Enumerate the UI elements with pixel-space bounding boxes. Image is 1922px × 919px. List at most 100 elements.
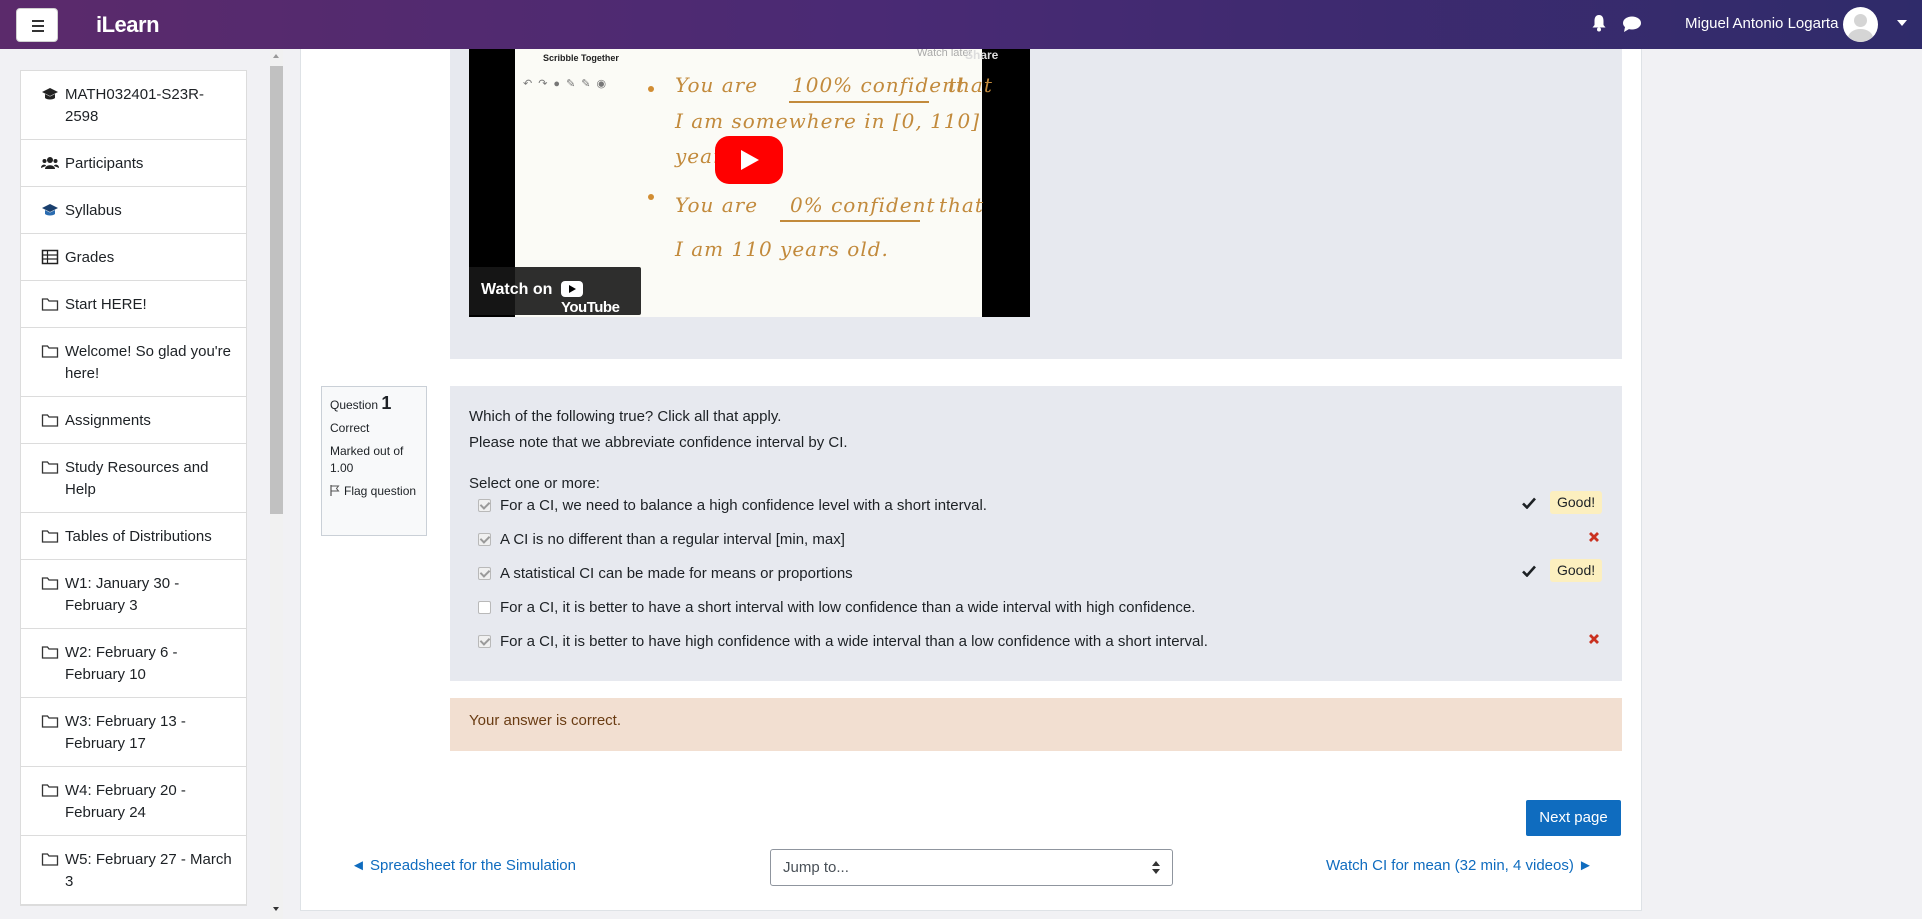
course-drawer: MATH032401-S23R-2598 Participants Syllab… [0,49,285,919]
question-label: Question [330,398,379,412]
sidebar-item-label: W2: February 6 - February 10 [65,644,178,683]
answer-option[interactable]: For a CI, we need to balance a high conf… [478,491,1608,529]
feedback-badge: Good! [1550,491,1603,514]
sidebar-item-label: W1: January 30 - February 3 [65,575,180,614]
scrollbar-thumb[interactable] [270,66,283,514]
question-note: Please note that we abbreviate confidenc… [469,434,848,451]
video-text: I am 110 years old. [675,237,889,261]
sidebar-item-syllabus[interactable]: Syllabus [21,187,246,234]
answer-text: For a CI, it is better to have high conf… [500,633,1208,650]
scroll-down-arrow-icon[interactable] [273,907,279,911]
youtube-embed[interactable]: Scribble Together ↶↷●✎✎◉ Watch later You… [469,49,1030,317]
answer-text: For a CI, we need to balance a high conf… [500,497,987,514]
drawer-toggle-button[interactable] [16,8,58,42]
answer-checkbox[interactable] [478,567,491,580]
share-button[interactable]: Share [965,49,998,62]
correct-check-icon [1522,497,1536,509]
watch-on-youtube-button[interactable]: Watch on YouTube [469,267,641,316]
top-navbar: iLearn Miguel Antonio Logarta [0,0,1922,49]
video-text: 100% confident [792,73,966,97]
incorrect-x-icon [1589,634,1599,644]
answer-option[interactable]: A CI is no different than a regular inte… [478,529,1608,563]
sidebar-item-assignments[interactable]: Assignments [21,397,246,444]
question-number: 1 [381,393,392,413]
sidebar-item-label: Welcome! So glad you're here! [65,343,232,382]
folder-icon [41,715,59,728]
folder-icon [41,414,59,427]
site-logo[interactable]: iLearn [96,12,160,38]
sidebar-item-w2[interactable]: W2: February 6 - February 10 [21,629,246,698]
folder-icon [41,577,59,590]
folder-icon [41,784,59,797]
sidebar-item-w5[interactable]: W5: February 27 - March 3 [21,836,246,905]
sidebar-item-label: Study Resources and Help [65,459,209,498]
avatar[interactable] [1843,7,1878,42]
sidebar-item-label: MATH032401-S23R-2598 [65,86,204,125]
feedback-badge: Good! [1550,559,1603,582]
answer-option[interactable]: For a CI, it is better to have a short i… [478,597,1608,631]
next-page-button[interactable]: Next page [1526,800,1621,836]
sidebar-item-start-here[interactable]: Start HERE! [21,281,246,328]
underline [780,220,920,222]
sidebar-item-participants[interactable]: Participants [21,140,246,187]
sidebar-item-label: Participants [65,155,144,172]
users-icon [41,157,59,169]
scroll-up-arrow-icon[interactable] [273,54,279,58]
answer-checkbox[interactable] [478,601,491,614]
folder-icon [41,345,59,358]
sidebar-item-w3[interactable]: W3: February 13 - February 17 [21,698,246,767]
folder-icon [41,853,59,866]
video-text: that [939,193,984,217]
video-text: I am somewhere in [0, 110] [675,109,981,133]
drawer-scrollbar[interactable] [270,49,283,919]
sidebar-item-tables[interactable]: Tables of Distributions [21,513,246,560]
question-grade: Marked out of 1.00 [330,444,404,475]
jump-to-select[interactable]: Jump to... [770,849,1173,886]
select-arrows-icon [1152,861,1160,875]
graduation-cap-icon [42,88,58,100]
sidebar-item-grades[interactable]: Grades [21,234,246,281]
folder-icon [41,646,59,659]
sidebar-item-study-resources[interactable]: Study Resources and Help [21,444,246,513]
answer-checkbox[interactable] [478,635,491,648]
sidebar-item-label: W3: February 13 - February 17 [65,713,186,752]
video-text: 0% confident [790,193,936,217]
video-text: You are [675,73,759,97]
play-button-icon[interactable] [715,136,783,184]
correct-check-icon [1522,565,1536,577]
answer-text: A statistical CI can be made for means o… [500,565,853,582]
question-state: Correct [330,421,370,435]
sidebar-item-w4[interactable]: W4: February 20 - February 24 [21,767,246,836]
previous-activity-link[interactable]: ◄ Spreadsheet for the Simulation [351,857,576,874]
sidebar-item-course[interactable]: MATH032401-S23R-2598 [21,71,246,140]
course-nav-list: MATH032401-S23R-2598 Participants Syllab… [20,70,247,906]
sidebar-item-w1[interactable]: W1: January 30 - February 3 [21,560,246,629]
main-content: Scribble Together ↶↷●✎✎◉ Watch later You… [300,49,1642,911]
answer-checkbox[interactable] [478,499,491,512]
answer-checkbox[interactable] [478,533,491,546]
bullet-icon [648,86,654,92]
watch-later-label[interactable]: Watch later [917,49,972,59]
messages-chat-icon[interactable] [1622,15,1642,33]
answer-list: For a CI, we need to balance a high conf… [478,491,1608,665]
sidebar-item-welcome[interactable]: Welcome! So glad you're here! [21,328,246,397]
next-activity-link[interactable]: Watch CI for mean (32 min, 4 videos) ► [1326,857,1593,874]
user-menu-caret-icon[interactable] [1897,20,1907,26]
answer-text: A CI is no different than a regular inte… [500,531,845,548]
video-channel-title: Scribble Together [543,53,619,63]
user-name[interactable]: Miguel Antonio Logarta [1685,15,1838,32]
folder-icon [41,461,59,474]
graduation-cap-blue-icon [42,204,58,216]
answer-option[interactable]: For a CI, it is better to have high conf… [478,631,1608,665]
video-text: that [948,73,993,97]
folder-icon [41,530,59,543]
sidebar-item-label: Syllabus [65,202,122,219]
sidebar-item-label: W4: February 20 - February 24 [65,782,186,821]
youtube-logo-icon: YouTube [561,281,641,316]
notifications-bell-icon[interactable] [1591,14,1607,32]
general-feedback: Your answer is correct. [450,698,1622,751]
answer-option[interactable]: A statistical CI can be made for means o… [478,559,1608,597]
flag-icon [330,485,340,496]
flag-question-link[interactable]: Flag question [330,483,418,500]
underline [789,101,929,103]
